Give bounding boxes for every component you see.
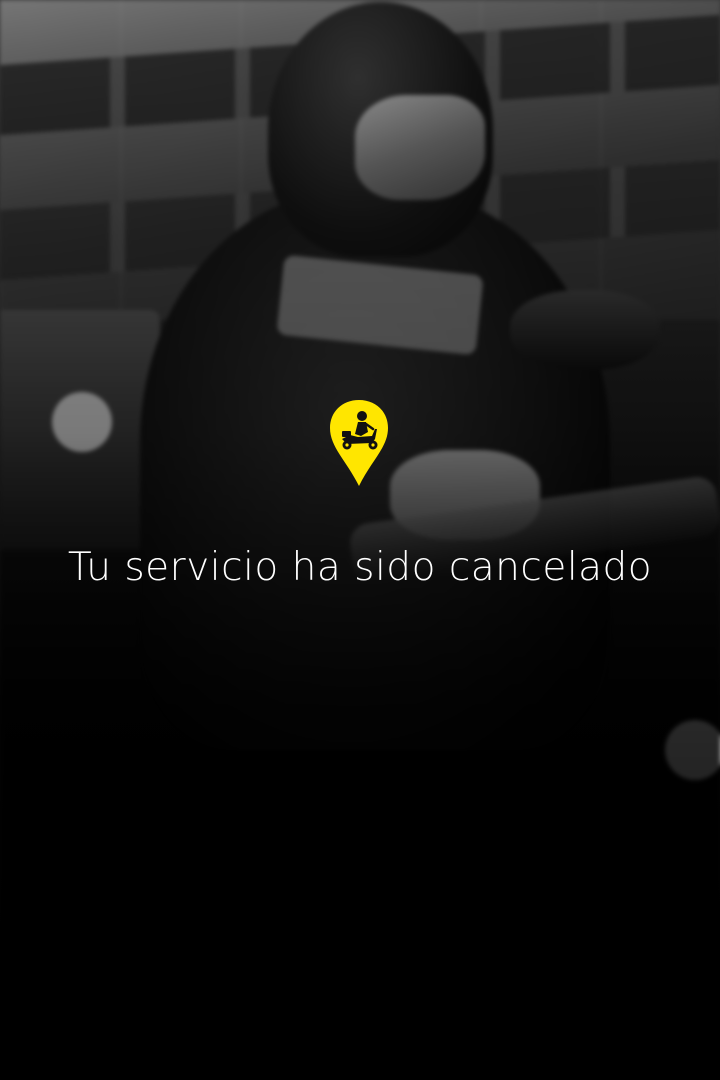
cancelled-service-screen: Tu servicio ha sido cancelado	[0, 0, 720, 1080]
scooter-delivery-pin-icon	[330, 400, 388, 486]
cancellation-message: Tu servicio ha sido cancelado	[67, 545, 653, 590]
